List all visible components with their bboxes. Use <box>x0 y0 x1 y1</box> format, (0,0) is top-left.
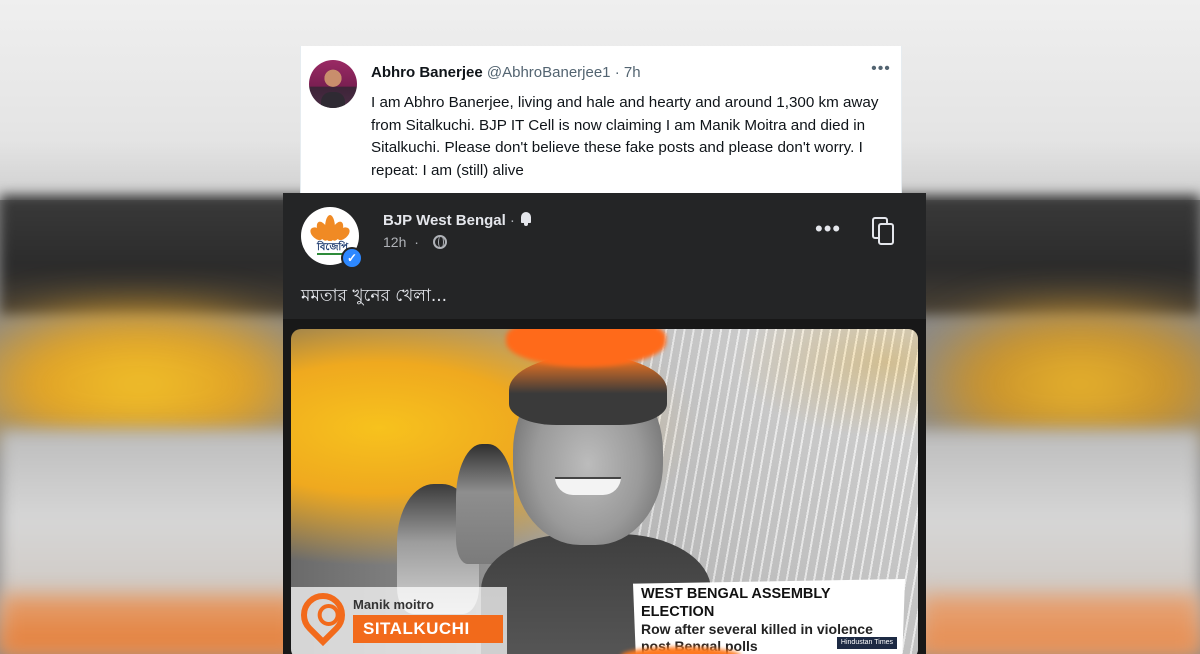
news-source-logo: Hindustan Times <box>837 637 897 649</box>
background-yellow-right <box>920 300 1200 440</box>
facebook-post-card: বিজেপি ✓ BJP West Bengal · 12h · ••• মমতা… <box>283 193 926 654</box>
tweet-time[interactable]: 7h <box>624 64 641 81</box>
location-card: Manik moitro SITALKUCHI <box>291 583 507 654</box>
lotus-logo-icon <box>308 215 352 243</box>
background-orange-right <box>920 594 1200 654</box>
post-image[interactable]: Manik moitro SITALKUCHI WEST BENGAL ASSE… <box>291 329 918 654</box>
post-more-icon[interactable]: ••• <box>815 218 841 240</box>
post-image-frame[interactable]: Manik moitro SITALKUCHI WEST BENGAL ASSE… <box>283 319 926 654</box>
post-caption: মমতার খুনের খেলা... <box>301 286 448 306</box>
bell-icon[interactable] <box>519 211 533 227</box>
main-person-smile <box>555 477 621 495</box>
location-place-name: SITALKUCHI <box>353 615 503 643</box>
page-name-link[interactable]: BJP West Bengal <box>383 212 506 229</box>
news-headline: WEST BENGAL ASSEMBLY ELECTION <box>641 586 831 620</box>
tweet-author-avatar[interactable] <box>309 60 357 108</box>
meta-separator: · <box>414 234 419 250</box>
post-meta: 12h · <box>383 234 447 250</box>
background-orange-left <box>0 594 300 654</box>
news-headline-box: WEST BENGAL ASSEMBLY ELECTION Row after … <box>633 579 905 654</box>
tweet-more-icon[interactable]: ••• <box>869 60 893 80</box>
post-header: BJP West Bengal · <box>383 211 533 229</box>
tweet-text: I am Abhro Banerjee, living and hale and… <box>371 94 879 179</box>
background-yellow-left <box>0 300 320 440</box>
tweet-separator: · <box>614 64 620 81</box>
location-person-name: Manik moitro <box>353 597 434 612</box>
globe-icon <box>432 235 447 249</box>
background-person-man <box>456 444 514 564</box>
post-time[interactable]: 12h <box>383 234 406 250</box>
tweet-handle[interactable]: @AbhroBanerjee1 <box>487 64 611 81</box>
page-avatar[interactable]: বিজেপি ✓ <box>301 207 363 269</box>
copy-icon[interactable] <box>866 213 900 247</box>
header-separator: · <box>509 212 515 229</box>
verified-badge-icon: ✓ <box>341 247 363 269</box>
avatar-figure <box>321 92 345 108</box>
tweet-author-name[interactable]: Abhro Banerjee <box>371 64 483 81</box>
location-pin-icon <box>291 583 355 647</box>
tweet-card: Abhro Banerjee @AbhroBanerjee1 · 7h ••• … <box>300 46 902 196</box>
tweet-header: Abhro Banerjee @AbhroBanerjee1 · 7h <box>371 64 641 81</box>
